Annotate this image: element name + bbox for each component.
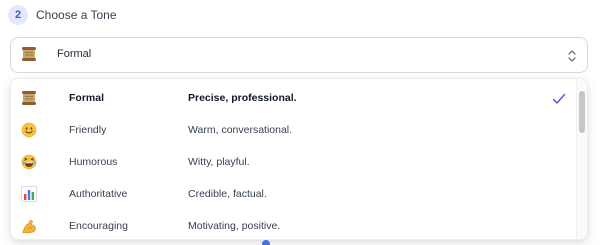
tone-select[interactable]: Formal bbox=[10, 37, 588, 73]
background-element bbox=[262, 240, 270, 245]
option-name: Humorous bbox=[69, 156, 118, 168]
scroll-icon bbox=[21, 90, 37, 106]
option-name: Friendly bbox=[69, 124, 107, 136]
step-title: Choose a Tone bbox=[36, 8, 117, 22]
laughing-face-icon bbox=[21, 154, 37, 170]
option-friendly[interactable]: Friendly Warm, conversational. bbox=[11, 114, 579, 146]
option-name: Authoritative bbox=[69, 188, 128, 200]
step-number-badge: 2 bbox=[8, 5, 28, 25]
option-description: Motivating, positive. bbox=[188, 220, 281, 232]
bar-chart-icon bbox=[21, 186, 37, 202]
option-name: Formal bbox=[69, 92, 105, 104]
dropdown-scrollbar[interactable] bbox=[576, 79, 587, 239]
option-authoritative[interactable]: Authoritative Credible, factual. bbox=[11, 178, 579, 210]
option-description: Credible, factual. bbox=[188, 188, 267, 200]
option-description: Witty, playful. bbox=[188, 156, 250, 168]
option-description: Warm, conversational. bbox=[188, 124, 293, 136]
chevron-up-down-icon bbox=[567, 49, 577, 63]
selected-tone-label: Formal bbox=[57, 48, 92, 60]
flexed-biceps-icon bbox=[21, 218, 37, 234]
option-description: Precise, professional. bbox=[188, 92, 297, 104]
option-name: Encouraging bbox=[69, 220, 128, 232]
checkmark-icon bbox=[552, 92, 566, 104]
scrollbar-thumb[interactable] bbox=[579, 91, 585, 133]
option-humorous[interactable]: Humorous Witty, playful. bbox=[11, 146, 579, 178]
smiley-icon bbox=[21, 122, 37, 138]
option-encouraging[interactable]: Encouraging Motivating, positive. bbox=[11, 210, 579, 239]
tone-selector-panel: 2 Choose a Tone Formal Formal Precise, p… bbox=[0, 0, 600, 245]
option-formal[interactable]: Formal Precise, professional. bbox=[11, 82, 579, 114]
step-header: 2 Choose a Tone bbox=[8, 4, 117, 26]
scroll-icon bbox=[21, 47, 37, 61]
tone-dropdown-list: Formal Precise, professional. Friendly W… bbox=[10, 78, 588, 240]
